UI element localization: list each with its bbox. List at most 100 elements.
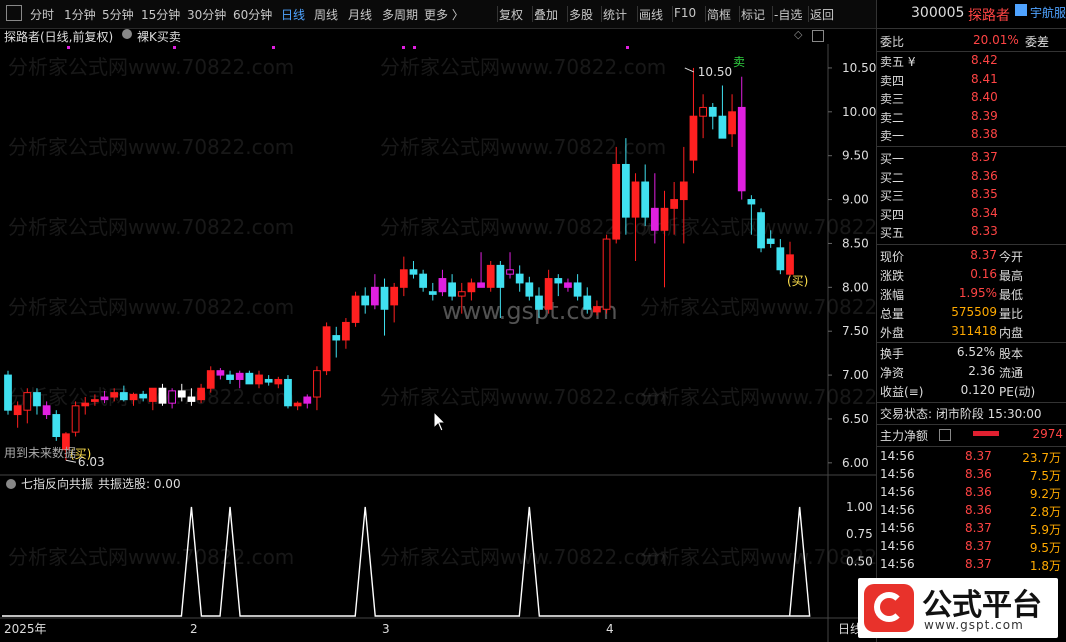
stat-value: 1.95% <box>958 286 997 300</box>
candle-body <box>708 106 717 117</box>
stat-label2: 量比 <box>999 307 1024 321</box>
candle-body <box>515 273 524 284</box>
candle-body <box>274 378 283 385</box>
candle-body <box>13 405 22 416</box>
divider <box>877 51 1066 52</box>
period-tab-3[interactable]: 15分钟 <box>141 6 180 23</box>
candle <box>573 274 582 301</box>
stat2-label: 换手 <box>880 347 905 361</box>
toolbar-separator <box>705 6 706 22</box>
candle-body <box>525 282 534 297</box>
indicator-name[interactable]: 裸K买卖 <box>137 28 181 45</box>
sell-level-label: 卖五 ¥ <box>880 55 916 69</box>
candle-body <box>419 273 428 288</box>
sub-indicator-title[interactable]: 七指反向共振 <box>21 476 93 491</box>
candle-body <box>255 374 263 385</box>
candle <box>486 261 495 292</box>
period-tab-8[interactable]: 月线 <box>348 6 372 23</box>
toolbar-separator <box>532 6 533 22</box>
diamond-icon[interactable]: ◇ <box>794 28 802 41</box>
candle-body <box>621 163 630 218</box>
candle <box>544 269 553 314</box>
stat2-label: 净资 <box>880 366 905 380</box>
candle <box>303 394 312 409</box>
stat-label2: 最高 <box>999 269 1024 283</box>
period-tab-9[interactable]: 多周期 <box>382 6 418 23</box>
tick-time: 14:56 <box>880 449 915 463</box>
nav-link[interactable]: 宇航服 <box>1030 4 1066 21</box>
candle <box>4 370 12 415</box>
tick-price: 8.36 <box>965 485 992 499</box>
maximize-icon[interactable] <box>812 30 824 42</box>
kline-chart[interactable]: 分析家公式网www.70822.com 分析家公式网www.70822.com 分析… <box>0 44 876 642</box>
candle-body <box>4 374 12 411</box>
trade-status: 交易状态: 闭市阶段 15:30:00 <box>880 407 1042 421</box>
tick-time: 14:56 <box>880 539 915 553</box>
candle-body <box>757 212 765 249</box>
candle-body <box>650 207 659 231</box>
tool-button-0[interactable]: 复权 <box>499 6 523 23</box>
candle-body <box>486 264 495 288</box>
tick-time: 14:56 <box>880 503 915 517</box>
candle <box>293 401 302 411</box>
period-tab-10[interactable]: 更多 〉 <box>424 6 464 23</box>
period-tab-2[interactable]: 5分钟 <box>102 6 134 23</box>
tool-button-5[interactable]: F10 <box>674 6 696 20</box>
toolbar-separator <box>637 6 638 22</box>
buy-level-label: 买一 <box>880 152 905 166</box>
period-tab-6[interactable]: 日线 <box>281 6 305 23</box>
candle <box>660 190 669 288</box>
tool-button-9[interactable]: 返回 <box>810 6 834 23</box>
buy-level-price: 8.33 <box>971 224 998 238</box>
tool-button-1[interactable]: 叠加 <box>534 6 558 23</box>
tick-price: 8.37 <box>965 557 992 571</box>
nav-icon[interactable] <box>1015 4 1027 16</box>
period-tab-4[interactable]: 30分钟 <box>187 6 226 23</box>
period-tab-1[interactable]: 1分钟 <box>64 6 96 23</box>
candle-body <box>81 402 90 407</box>
candle <box>428 282 437 301</box>
candle-body <box>129 393 138 401</box>
tool-button-2[interactable]: 多股 <box>569 6 593 23</box>
tool-button-8[interactable]: -自选 <box>774 6 802 23</box>
candle <box>728 94 736 147</box>
candle <box>554 274 563 297</box>
stat-label2: 今开 <box>999 250 1024 264</box>
candle-body <box>593 306 601 313</box>
tool-button-4[interactable]: 画线 <box>639 6 663 23</box>
list-icon[interactable] <box>939 429 951 441</box>
divider <box>877 28 1066 29</box>
candle <box>380 278 389 336</box>
candle-body <box>718 115 727 139</box>
candle <box>708 103 717 130</box>
candle <box>602 234 611 314</box>
toolbar-separator <box>739 6 740 22</box>
period-tab-0[interactable]: 分时 <box>30 6 54 23</box>
gspt-logo: 公式平台 www.gspt.com <box>858 578 1058 638</box>
sell-level-price: 8.42 <box>971 53 998 67</box>
candle <box>23 388 32 424</box>
stock-name: 探路者 <box>968 8 1010 24</box>
candle <box>583 287 592 314</box>
tick-volume: 23.7万 <box>1022 451 1061 465</box>
period-tab-5[interactable]: 60分钟 <box>233 6 272 23</box>
period-tab-7[interactable]: 周线 <box>314 6 338 23</box>
logo-url: www.gspt.com <box>924 618 1024 632</box>
grid-menu-icon[interactable] <box>6 5 22 21</box>
tool-button-3[interactable]: 统计 <box>603 6 627 23</box>
tool-button-6[interactable]: 简框 <box>707 6 731 23</box>
candle <box>351 291 360 327</box>
candle-body <box>631 181 640 218</box>
candle <box>33 388 41 415</box>
watermark-text: 分析家公式网www.70822.com <box>8 135 294 159</box>
watermark-text: 分析家公式网www.70822.com <box>640 295 876 319</box>
tick-price: 8.37 <box>965 521 992 535</box>
candle <box>409 261 418 279</box>
watermark-text: 分析家公式网www.70822.com <box>380 385 666 409</box>
candle <box>641 164 650 226</box>
candle-body <box>747 199 756 205</box>
tool-button-7[interactable]: 标记 <box>741 6 765 23</box>
candle-body <box>342 321 350 341</box>
candle <box>206 366 215 393</box>
settings-icon[interactable] <box>122 29 132 39</box>
